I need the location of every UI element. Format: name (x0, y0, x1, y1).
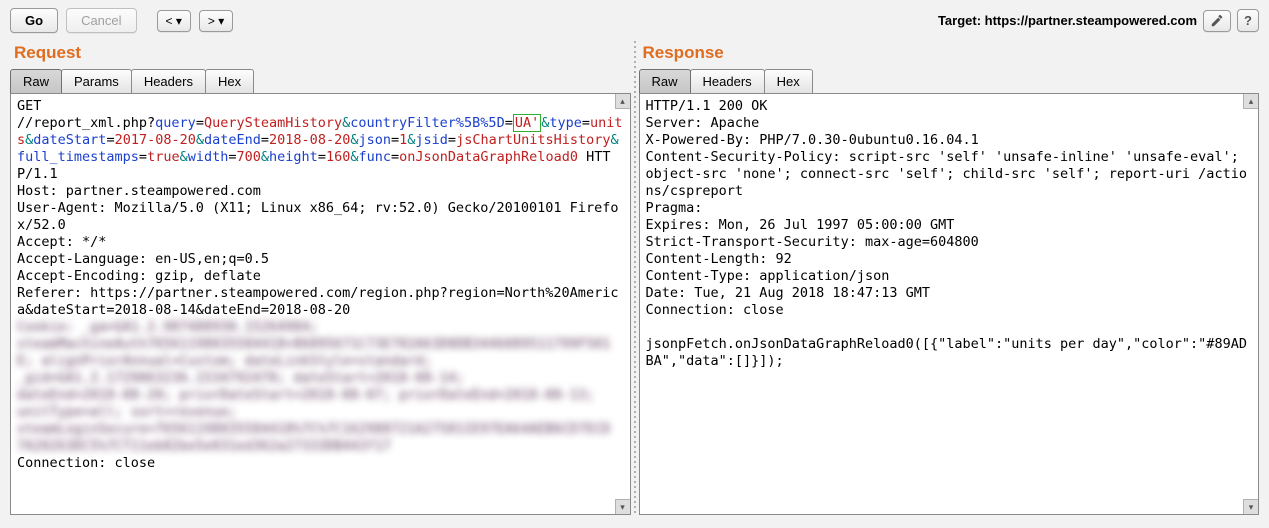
tab-hex[interactable]: Hex (205, 69, 254, 93)
cancel-button: Cancel (66, 8, 136, 33)
help-button[interactable]: ? (1237, 9, 1259, 32)
target-prefix: Target: (938, 13, 985, 28)
edit-target-button[interactable] (1203, 10, 1231, 32)
request-pane: Request Raw Params Headers Hex ▴ GET //r… (10, 41, 631, 515)
back-button[interactable]: < ▾ (157, 10, 191, 32)
request-title: Request (10, 41, 631, 69)
tab-raw[interactable]: Raw (639, 69, 691, 93)
scroll-up-icon[interactable]: ▴ (615, 94, 630, 109)
tab-hex[interactable]: Hex (764, 69, 813, 93)
request-tabs: Raw Params Headers Hex (10, 69, 631, 93)
response-tabs: Raw Headers Hex (639, 69, 1260, 93)
tab-headers[interactable]: Headers (690, 69, 765, 93)
pane-divider[interactable] (631, 41, 639, 515)
tab-params[interactable]: Params (61, 69, 132, 93)
scroll-up-icon[interactable]: ▴ (1243, 94, 1258, 109)
request-editor[interactable]: GET //report_xml.php?query=QuerySteamHis… (11, 94, 630, 514)
response-pane: Response Raw Headers Hex ▴ HTTP/1.1 200 … (639, 41, 1260, 515)
response-editor-wrap: ▴ HTTP/1.1 200 OK Server: Apache X-Power… (639, 93, 1260, 515)
go-button[interactable]: Go (10, 8, 58, 33)
target-url: https://partner.steampowered.com (985, 13, 1197, 28)
scroll-down-icon[interactable]: ▾ (1243, 499, 1258, 514)
question-icon: ? (1244, 13, 1252, 28)
response-editor[interactable]: HTTP/1.1 200 OK Server: Apache X-Powered… (640, 94, 1259, 514)
target-display: Target: https://partner.steampowered.com… (938, 9, 1259, 32)
request-editor-wrap: ▴ GET //report_xml.php?query=QuerySteamH… (10, 93, 631, 515)
pencil-icon (1210, 14, 1224, 28)
toolbar: Go Cancel < ▾ > ▾ Target: https://partne… (0, 0, 1269, 41)
response-title: Response (639, 41, 1260, 69)
forward-button[interactable]: > ▾ (199, 10, 233, 32)
tab-headers[interactable]: Headers (131, 69, 206, 93)
scroll-down-icon[interactable]: ▾ (615, 499, 630, 514)
tab-raw[interactable]: Raw (10, 69, 62, 93)
